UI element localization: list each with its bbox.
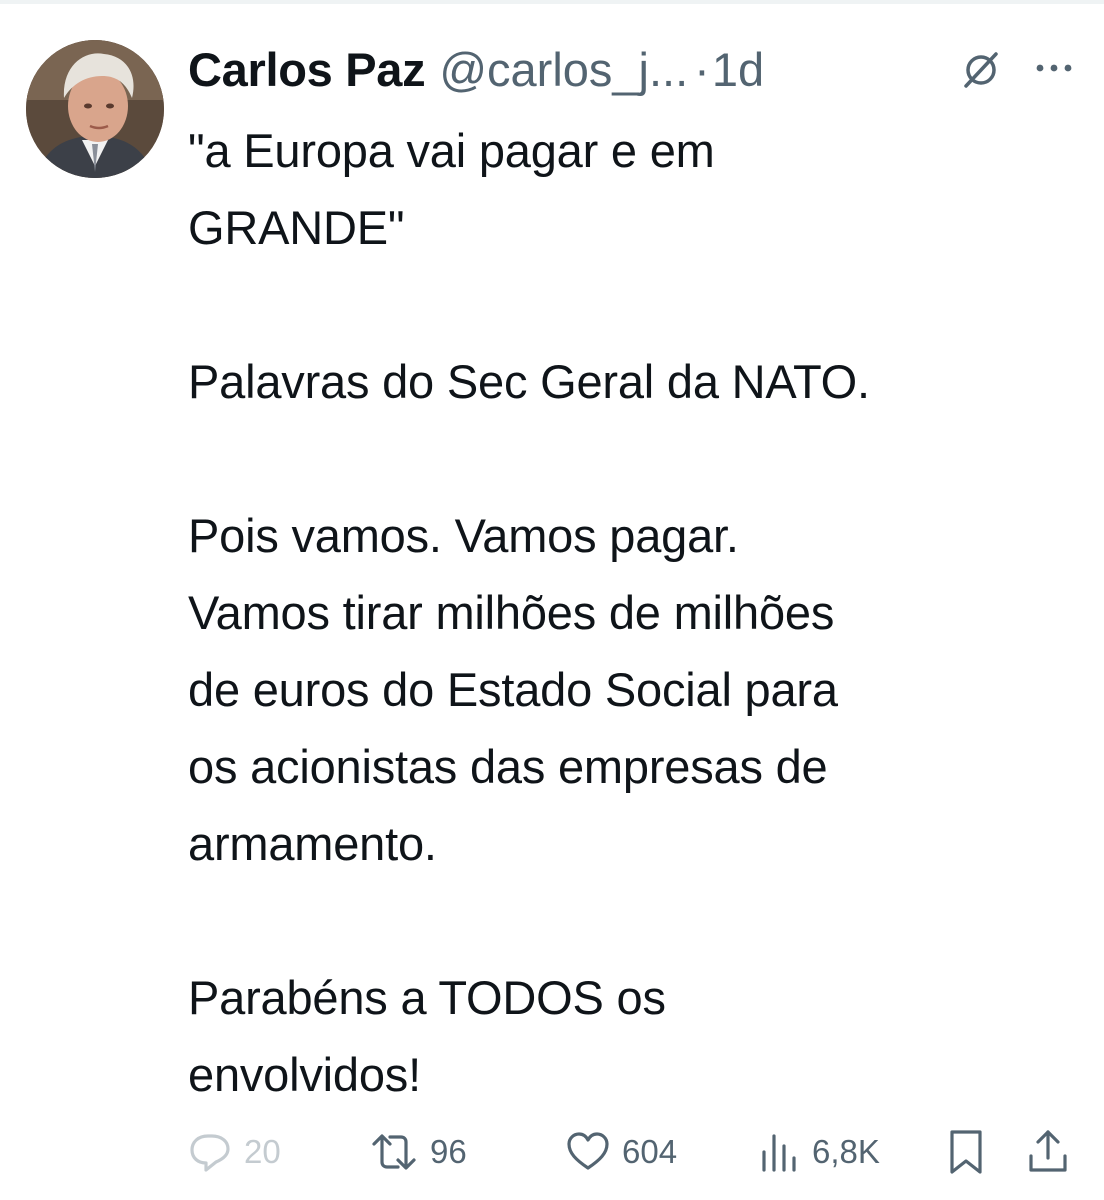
- avatar-photo: [26, 40, 164, 178]
- top-divider: [0, 0, 1104, 4]
- author-name[interactable]: Carlos Paz: [188, 42, 426, 97]
- more-icon[interactable]: [1030, 56, 1078, 80]
- like-button[interactable]: 604: [566, 1124, 677, 1180]
- grok-icon[interactable]: [958, 46, 1004, 92]
- views-count: 6,8K: [812, 1133, 880, 1170]
- share-icon: [1029, 1130, 1067, 1172]
- bookmark-button[interactable]: [944, 1124, 988, 1180]
- like-count: 604: [622, 1133, 678, 1170]
- avatar[interactable]: [26, 40, 164, 178]
- retweet-button[interactable]: 96: [370, 1124, 467, 1180]
- reply-icon: [190, 1134, 230, 1172]
- reply-button[interactable]: 20: [188, 1124, 281, 1180]
- views-button[interactable]: 6,8K: [756, 1124, 880, 1180]
- action-bar: 20 96 604 6,8K: [188, 1124, 1078, 1180]
- views-icon: [762, 1134, 796, 1172]
- reply-count: 20: [244, 1133, 281, 1170]
- retweet-count: 96: [430, 1133, 467, 1170]
- bookmark-icon: [950, 1130, 982, 1174]
- author-handle[interactable]: @carlos_j...: [439, 42, 688, 97]
- retweet-icon: [372, 1134, 416, 1170]
- timestamp[interactable]: 1d: [712, 42, 764, 97]
- separator-dot: ·: [694, 42, 710, 96]
- tweet-text: "a Europa vai pagar e em GRANDE" Palavra…: [188, 124, 870, 1101]
- heart-icon: [567, 1132, 609, 1170]
- tweet-header: Carlos Paz @carlos_j... · 1d: [188, 38, 1088, 100]
- share-button[interactable]: [1026, 1124, 1070, 1180]
